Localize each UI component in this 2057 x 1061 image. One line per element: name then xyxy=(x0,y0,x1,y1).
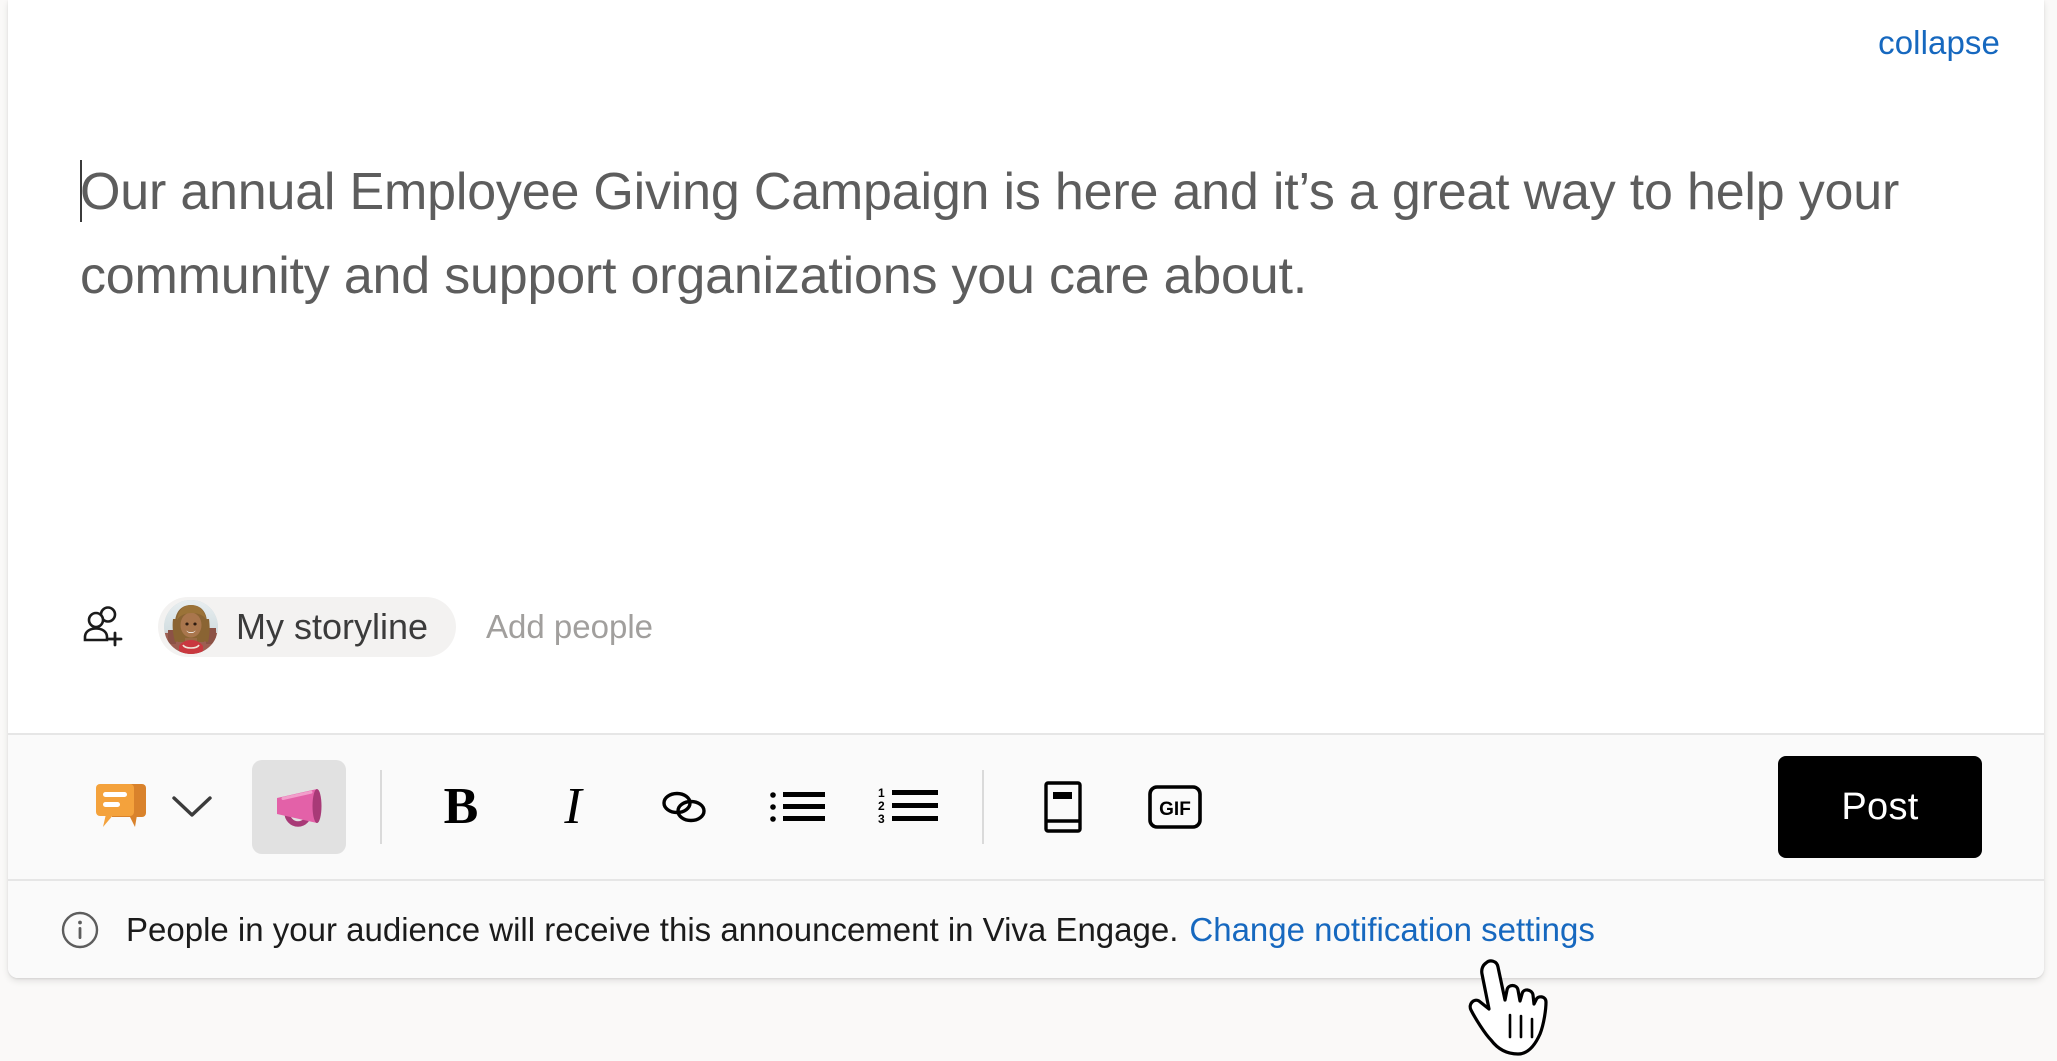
post-type-discussion-button[interactable] xyxy=(86,774,158,840)
post-button[interactable]: Post xyxy=(1778,756,1982,858)
bold-icon: B xyxy=(443,778,479,835)
svg-text:2: 2 xyxy=(878,799,885,813)
svg-text:GIF: GIF xyxy=(1159,799,1191,820)
post-body-text: Our annual Employee Giving Campaign is h… xyxy=(80,163,1900,305)
toolbar-divider-2 xyxy=(982,770,984,844)
notice-message: People in your audience will receive thi… xyxy=(126,910,1179,948)
post-composer-card: collapse Our annual Employee Giving Camp… xyxy=(8,0,2044,978)
italic-icon: I xyxy=(564,778,582,835)
add-people-input[interactable]: Add people xyxy=(486,608,653,646)
numbered-list-button[interactable]: 1 2 3 xyxy=(876,774,942,840)
toolbar-divider xyxy=(380,770,382,844)
notice-text-wrapper: People in your audience will receive thi… xyxy=(126,911,1595,949)
add-people-icon[interactable] xyxy=(80,603,128,651)
avatar xyxy=(164,600,218,654)
notification-notice-bar: People in your audience will receive thi… xyxy=(8,881,2044,978)
change-notification-settings-link[interactable]: Change notification settings xyxy=(1189,911,1594,948)
bold-button[interactable]: B xyxy=(428,774,494,840)
link-button[interactable] xyxy=(652,774,718,840)
bulleted-list-button[interactable] xyxy=(764,774,830,840)
collapse-link[interactable]: collapse xyxy=(1878,24,2000,62)
editor-region: collapse Our annual Employee Giving Camp… xyxy=(8,0,2044,733)
audience-pill-my-storyline[interactable]: My storyline xyxy=(158,597,457,657)
audience-pill-label: My storyline xyxy=(236,606,429,647)
gif-button[interactable]: GIF xyxy=(1142,774,1208,840)
svg-text:1: 1 xyxy=(878,786,885,800)
post-type-chevron-down-icon[interactable] xyxy=(166,774,218,840)
svg-text:3: 3 xyxy=(878,812,885,826)
formatting-toolbar: B I 1 2 3 GIF Post xyxy=(8,733,2044,881)
composer-page: collapse Our annual Employee Giving Camp… xyxy=(0,0,2057,1061)
audience-row: My storyline Add people xyxy=(80,597,653,657)
announcement-button[interactable] xyxy=(252,760,346,854)
italic-button[interactable]: I xyxy=(540,774,606,840)
post-body-editor[interactable]: Our annual Employee Giving Campaign is h… xyxy=(80,150,1970,318)
praise-button[interactable] xyxy=(1030,774,1096,840)
info-circle-icon xyxy=(60,910,100,950)
